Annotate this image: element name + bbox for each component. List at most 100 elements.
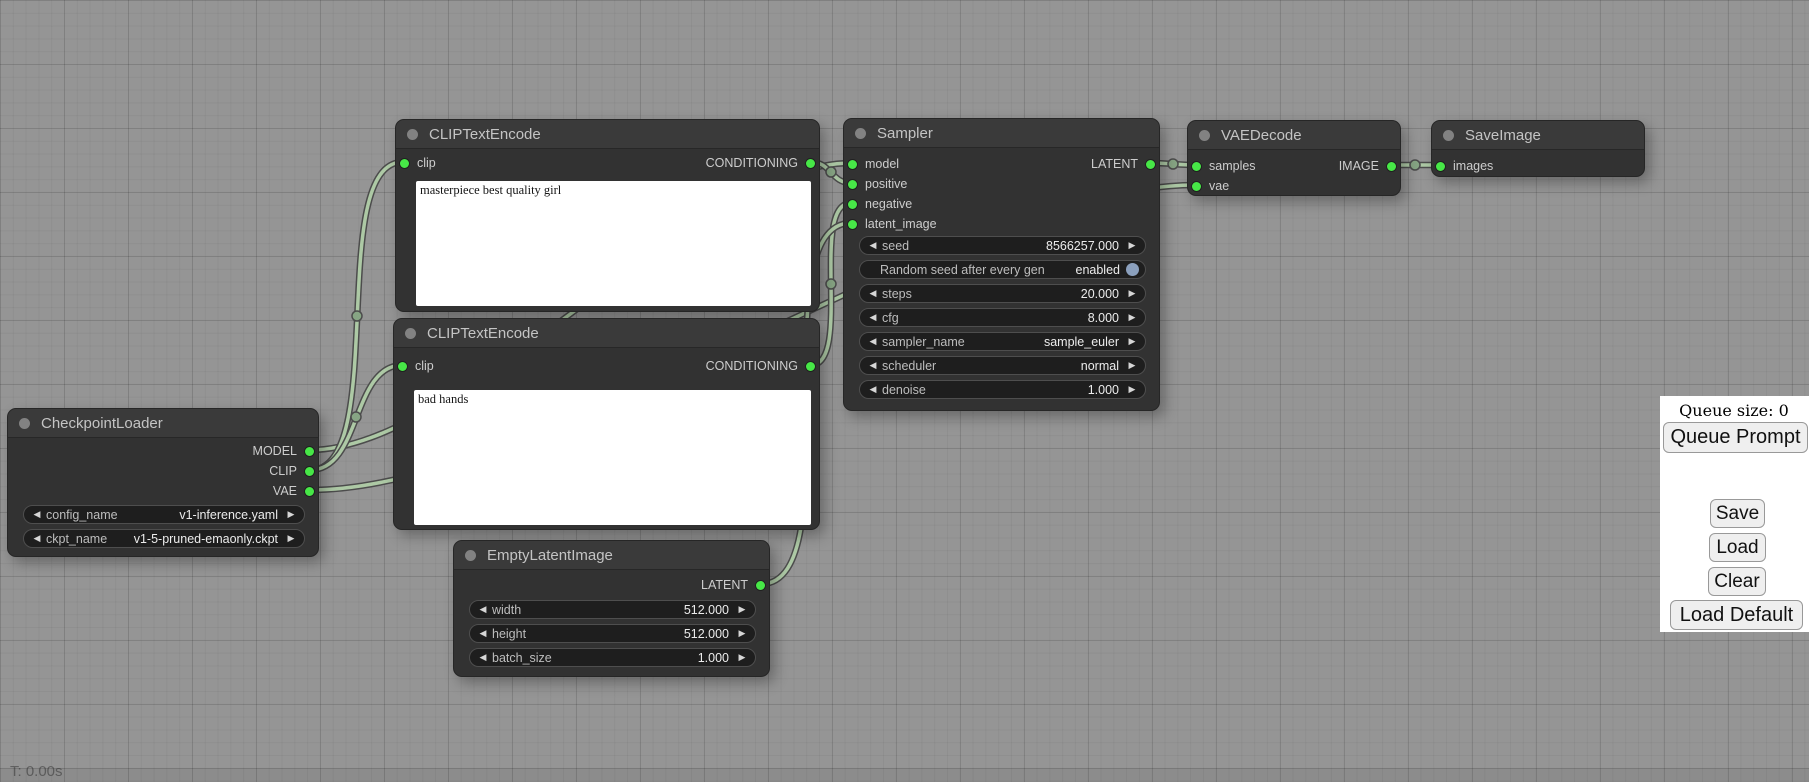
- input-port-images: images: [1436, 157, 1493, 175]
- node-save-image[interactable]: SaveImage images: [1431, 120, 1645, 177]
- queue-prompt-button[interactable]: Queue Prompt: [1663, 422, 1808, 453]
- node-sampler[interactable]: Sampler model positive negative latent_i…: [843, 118, 1160, 411]
- decrement-arrow-icon[interactable]: ◀: [866, 385, 880, 394]
- input-port-clip: clip: [400, 154, 436, 172]
- decrement-arrow-icon[interactable]: ◀: [866, 361, 880, 370]
- port-dot[interactable]: [305, 447, 314, 456]
- collapse-dot-icon[interactable]: [855, 128, 866, 139]
- widget-denoise[interactable]: ◀ denoise 1.000 ▶: [859, 380, 1146, 399]
- port-dot[interactable]: [806, 159, 815, 168]
- prompt-text-area[interactable]: masterpiece best quality girl: [416, 181, 811, 306]
- decrement-arrow-icon[interactable]: ◀: [30, 510, 44, 519]
- port-dot[interactable]: [1192, 162, 1201, 171]
- node-title-bar[interactable]: EmptyLatentImage: [454, 541, 769, 570]
- port-dot[interactable]: [848, 200, 857, 209]
- collapse-dot-icon[interactable]: [407, 129, 418, 140]
- port-label: clip: [415, 359, 434, 373]
- decrement-arrow-icon[interactable]: ◀: [476, 653, 490, 662]
- output-port-latent: LATENT: [701, 576, 765, 594]
- prompt-text-area[interactable]: bad hands: [414, 390, 811, 525]
- increment-arrow-icon[interactable]: ▶: [1125, 337, 1139, 346]
- widget-random-seed-toggle[interactable]: Random seed after every gen enabled: [859, 260, 1146, 279]
- increment-arrow-icon[interactable]: ▶: [1125, 385, 1139, 394]
- node-title-bar[interactable]: VAEDecode: [1188, 121, 1400, 150]
- port-dot[interactable]: [806, 362, 815, 371]
- decrement-arrow-icon[interactable]: ◀: [866, 241, 880, 250]
- widget-width[interactable]: ◀ width 512.000 ▶: [469, 600, 756, 619]
- output-port-clip: CLIP: [269, 462, 314, 480]
- widget-config-name[interactable]: ◀ config_name v1-inference.yaml ▶: [23, 505, 305, 524]
- node-title-bar[interactable]: CheckpointLoader: [8, 409, 318, 438]
- output-port-latent: LATENT: [1091, 155, 1155, 173]
- port-label: VAE: [273, 484, 297, 498]
- decrement-arrow-icon[interactable]: ◀: [866, 289, 880, 298]
- port-dot[interactable]: [305, 487, 314, 496]
- decrement-arrow-icon[interactable]: ◀: [476, 605, 490, 614]
- decrement-arrow-icon[interactable]: ◀: [30, 534, 44, 543]
- node-clip-text-encode-positive[interactable]: CLIPTextEncode clip CONDITIONING masterp…: [395, 119, 820, 312]
- port-dot[interactable]: [1146, 160, 1155, 169]
- output-port-conditioning: CONDITIONING: [706, 154, 815, 172]
- port-dot[interactable]: [400, 159, 409, 168]
- widget-label: denoise: [882, 383, 926, 397]
- increment-arrow-icon[interactable]: ▶: [1125, 361, 1139, 370]
- port-dot[interactable]: [1192, 182, 1201, 191]
- node-vae-decode[interactable]: VAEDecode samples vae IMAGE: [1187, 120, 1401, 196]
- load-button[interactable]: Load: [1709, 533, 1766, 562]
- decrement-arrow-icon[interactable]: ◀: [476, 629, 490, 638]
- collapse-dot-icon[interactable]: [1443, 130, 1454, 141]
- collapse-dot-icon[interactable]: [19, 418, 30, 429]
- toggle-dot[interactable]: [1126, 263, 1139, 276]
- port-label: LATENT: [1091, 157, 1138, 171]
- increment-arrow-icon[interactable]: ▶: [735, 653, 749, 662]
- increment-arrow-icon[interactable]: ▶: [1125, 313, 1139, 322]
- node-title-bar[interactable]: CLIPTextEncode: [394, 319, 819, 348]
- port-dot[interactable]: [848, 180, 857, 189]
- node-empty-latent-image[interactable]: EmptyLatentImage LATENT ◀ width 512.000 …: [453, 540, 770, 677]
- load-default-button[interactable]: Load Default: [1670, 600, 1803, 630]
- increment-arrow-icon[interactable]: ▶: [735, 605, 749, 614]
- increment-arrow-icon[interactable]: ▶: [284, 510, 298, 519]
- increment-arrow-icon[interactable]: ▶: [1125, 289, 1139, 298]
- widget-ckpt-name[interactable]: ◀ ckpt_name v1-5-pruned-emaonly.ckpt ▶: [23, 529, 305, 548]
- collapse-dot-icon[interactable]: [405, 328, 416, 339]
- widget-steps[interactable]: ◀ steps 20.000 ▶: [859, 284, 1146, 303]
- node-checkpoint-loader[interactable]: CheckpointLoader MODEL CLIP VAE ◀ config…: [7, 408, 319, 557]
- widget-sampler-name[interactable]: ◀ sampler_name sample_euler ▶: [859, 332, 1146, 351]
- node-title-bar[interactable]: CLIPTextEncode: [396, 120, 819, 149]
- node-title-bar[interactable]: SaveImage: [1432, 121, 1644, 150]
- widget-value: 8566257.000: [1046, 239, 1119, 253]
- node-graph-canvas[interactable]: CheckpointLoader MODEL CLIP VAE ◀ config…: [0, 0, 1809, 782]
- increment-arrow-icon[interactable]: ▶: [284, 534, 298, 543]
- widget-batch-size[interactable]: ◀ batch_size 1.000 ▶: [469, 648, 756, 667]
- widget-value: 512.000: [684, 603, 729, 617]
- input-port-samples: samples: [1192, 157, 1256, 175]
- port-dot[interactable]: [305, 467, 314, 476]
- port-dot[interactable]: [756, 581, 765, 590]
- port-dot[interactable]: [1436, 162, 1445, 171]
- clear-button[interactable]: Clear: [1708, 567, 1766, 596]
- port-dot[interactable]: [848, 160, 857, 169]
- link-midpoint-dot: [352, 311, 362, 321]
- widget-label: batch_size: [492, 651, 552, 665]
- widget-scheduler[interactable]: ◀ scheduler normal ▶: [859, 356, 1146, 375]
- collapse-dot-icon[interactable]: [1199, 130, 1210, 141]
- decrement-arrow-icon[interactable]: ◀: [866, 337, 880, 346]
- widget-value: 512.000: [684, 627, 729, 641]
- node-title-bar[interactable]: Sampler: [844, 119, 1159, 148]
- link-midpoint-dot: [826, 167, 836, 177]
- widget-seed[interactable]: ◀ seed 8566257.000 ▶: [859, 236, 1146, 255]
- node-clip-text-encode-negative[interactable]: CLIPTextEncode clip CONDITIONING bad han…: [393, 318, 820, 530]
- increment-arrow-icon[interactable]: ▶: [1125, 241, 1139, 250]
- port-dot[interactable]: [1387, 162, 1396, 171]
- increment-arrow-icon[interactable]: ▶: [735, 629, 749, 638]
- widget-value: v1-5-pruned-emaonly.ckpt: [134, 532, 278, 546]
- decrement-arrow-icon[interactable]: ◀: [866, 313, 880, 322]
- node-title: CLIPTextEncode: [429, 126, 541, 143]
- widget-cfg[interactable]: ◀ cfg 8.000 ▶: [859, 308, 1146, 327]
- port-dot[interactable]: [848, 220, 857, 229]
- save-button[interactable]: Save: [1710, 499, 1765, 528]
- collapse-dot-icon[interactable]: [465, 550, 476, 561]
- port-dot[interactable]: [398, 362, 407, 371]
- widget-height[interactable]: ◀ height 512.000 ▶: [469, 624, 756, 643]
